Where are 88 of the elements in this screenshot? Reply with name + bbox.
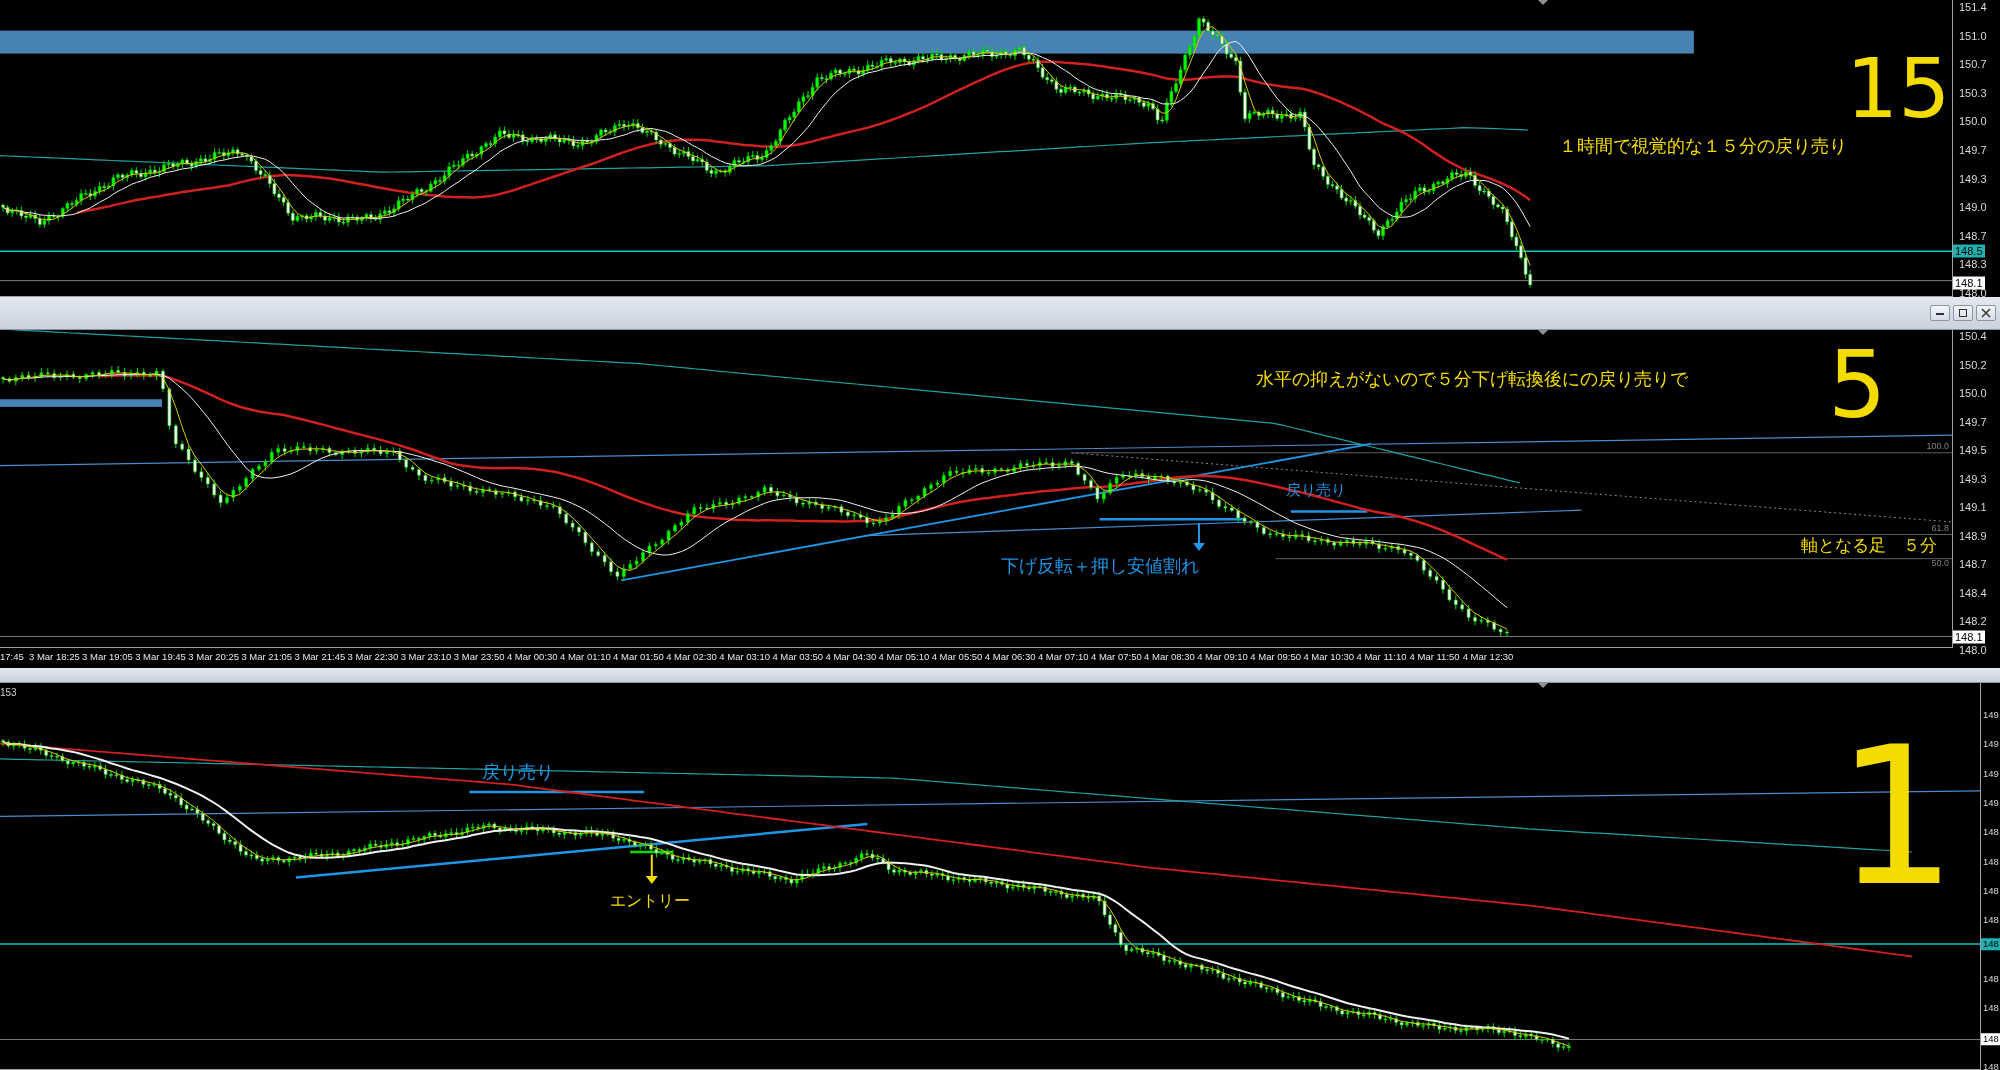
price-label: 150.0 <box>1958 387 1987 399</box>
time-label: 4 Mar 02:30 <box>666 652 717 662</box>
bid-price-tag: 148 <box>1981 1033 2000 1045</box>
time-label: 3 Mar 22:30 <box>347 652 399 662</box>
time-label: 4 Mar 09:10 <box>1197 652 1248 662</box>
chart-annotation: １時間で視覚的な１５分の戻り売り <box>1559 136 1847 156</box>
price-label: 150.3 <box>1958 87 1987 99</box>
price-label: 148 <box>1982 1061 1999 1070</box>
price-label: 148.7 <box>1958 230 1987 242</box>
close-button[interactable] <box>1976 305 1996 321</box>
restore-button[interactable] <box>1953 305 1973 321</box>
price-label: 148.4 <box>1958 587 1987 598</box>
price-label: 151.4 <box>1958 1 1987 13</box>
price-label: 151.0 <box>1958 30 1987 42</box>
entry-line <box>630 850 674 854</box>
time-label: 4 Mar 04:30 <box>825 652 877 662</box>
chart-annotation: 水平の抑えがないので５分下げ転換後にの戻り売りで <box>1256 370 1688 390</box>
price-label: 148 <box>1982 886 1999 896</box>
time-label: 3 Mar 19:05 <box>82 652 133 662</box>
minimize-button[interactable] <box>1930 305 1950 321</box>
price-label: 149.5 <box>1958 444 1987 456</box>
price-label: 148 <box>1982 915 1999 925</box>
time-label: 3 Mar 21:05 <box>241 652 293 662</box>
time-label: 3 Mar 19:45 <box>135 652 186 662</box>
handwritten-timeframe: 5 <box>1828 340 1887 432</box>
price-label: 148.7 <box>1958 558 1987 570</box>
time-label: 4 Mar 05:10 <box>878 652 930 662</box>
time-label: 4 Mar 03:10 <box>719 652 770 662</box>
price-label: 150.7 <box>1958 58 1987 70</box>
chart-annotation: 下げ反転＋押し安値割れ <box>1001 556 1199 576</box>
time-label: 4 Mar 03:50 <box>772 652 824 662</box>
price-label: 149.7 <box>1958 144 1987 156</box>
fibonacci-level: 50.0 <box>1931 559 1949 568</box>
down-arrow <box>1193 521 1205 551</box>
time-label: 3 Mar 23:50 <box>453 652 505 662</box>
time-label: 4 Mar 11:10 <box>1356 652 1407 662</box>
bid-price-tag: 148.1 <box>1953 276 1985 290</box>
price-label: 148 <box>1982 827 1999 837</box>
price-label: 150.4 <box>1958 330 1987 342</box>
price-label: 149 <box>1982 798 1999 808</box>
price-label: 148.9 <box>1958 530 1987 541</box>
time-label: 4 Mar 08:30 <box>1144 652 1195 662</box>
price-label: 148 <box>1982 1003 1999 1013</box>
chart-annotation: エントリー <box>610 892 690 910</box>
time-label: 4 Mar 07:10 <box>1037 652 1089 662</box>
time-label: 4 Mar 07:50 <box>1091 652 1142 662</box>
time-label: 17:45 <box>0 652 24 662</box>
time-label: 4 Mar 10:30 <box>1303 652 1355 662</box>
time-label: 4 Mar 01:10 <box>560 652 611 662</box>
time-label: 3 Mar 18:25 <box>29 652 80 662</box>
price-label: 148 <box>1982 856 1999 867</box>
time-label: 4 Mar 06:30 <box>984 652 1036 662</box>
time-label: 3 Mar 20:25 <box>188 652 239 662</box>
price-label: 149.7 <box>1958 416 1987 427</box>
fibonacci-level: 61.8 <box>1931 524 1949 533</box>
price-label: 149.1 <box>1958 501 1987 513</box>
price-label: 149.3 <box>1958 473 1987 484</box>
chart-annotation: 軸となる足 ５分 <box>1801 536 1937 555</box>
price-label: 149 <box>1982 710 1999 720</box>
price-label: 149.0 <box>1958 201 1987 213</box>
price-label: 150.2 <box>1958 359 1987 370</box>
price-label: 148 <box>1982 973 1999 984</box>
time-label: 4 Mar 01:50 <box>613 652 664 662</box>
price-label: 148.0 <box>1958 644 1987 655</box>
restore-icon <box>1958 308 1968 318</box>
handwritten-timeframe: 15 <box>1846 48 1951 130</box>
price-label: 149 <box>1982 768 1999 779</box>
time-label: 3 Mar 23:10 <box>400 652 452 662</box>
shift-marker-icon <box>1538 0 1548 5</box>
price-label: 148.2 <box>1958 615 1987 627</box>
close-icon <box>1981 308 1991 318</box>
down-arrow <box>645 853 658 884</box>
time-label: 4 Mar 09:50 <box>1250 652 1301 662</box>
price-label: 149 <box>1982 739 1999 750</box>
indicator-label: 153 <box>0 687 17 698</box>
time-label: 4 Mar 11:50 <box>1409 652 1460 662</box>
price-label: 149.3 <box>1958 173 1987 185</box>
time-label: 3 Mar 21:45 <box>294 652 346 662</box>
bid-price-tag: 148.1 <box>1953 630 1985 644</box>
price-label: 150.0 <box>1958 115 1987 127</box>
time-label: 4 Mar 12:30 <box>1462 652 1514 662</box>
time-label: 4 Mar 05:50 <box>931 652 983 662</box>
price-label: 148.3 <box>1958 258 1987 270</box>
price-tag: 148 <box>1981 938 2000 950</box>
price-label: 148.0 <box>1959 287 1987 299</box>
fibonacci-level: 100.0 <box>1926 442 1949 451</box>
price-tag: 148.5 <box>1953 244 1985 258</box>
time-label: 4 Mar 00:30 <box>506 652 558 662</box>
